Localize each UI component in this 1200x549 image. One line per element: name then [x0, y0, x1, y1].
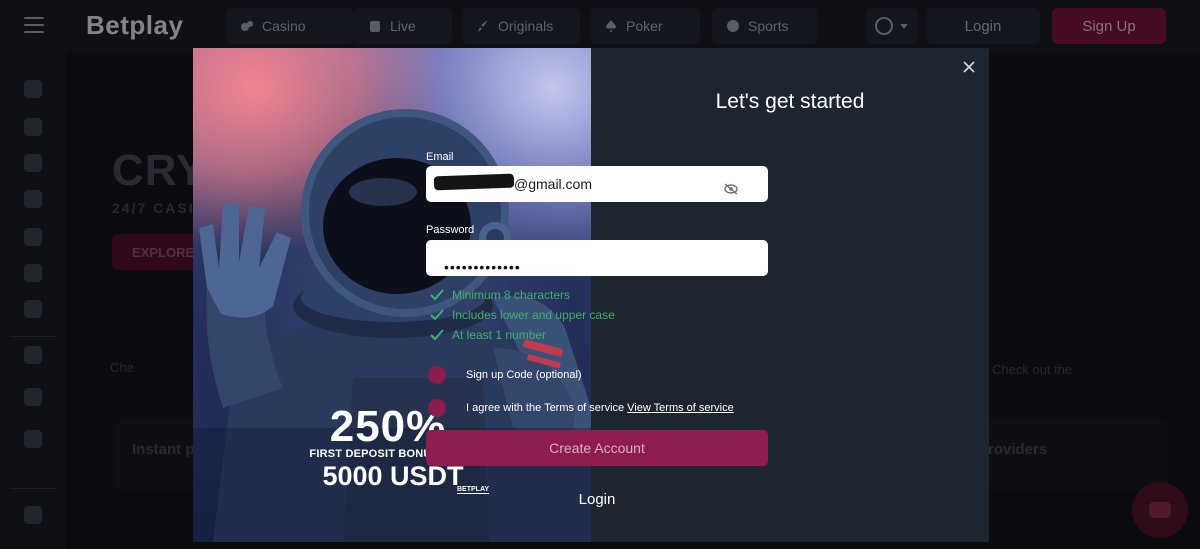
view-terms-link[interactable]: View Terms of service — [627, 402, 734, 414]
password-value: ••••••••••••• — [444, 259, 521, 275]
close-icon — [963, 61, 975, 73]
email-field[interactable]: @gmail.com — [426, 166, 768, 202]
password-field[interactable]: ••••••••••••• — [426, 240, 768, 276]
modal-title: Let's get started — [715, 90, 865, 113]
close-button[interactable] — [961, 60, 977, 76]
eye-off-icon[interactable] — [724, 183, 738, 195]
signup-code-radio[interactable] — [428, 366, 446, 384]
signup-form-panel: Let's get started — [591, 48, 989, 542]
password-label: Password — [426, 224, 475, 236]
password-rule-text: At least 1 number — [452, 328, 547, 342]
redacted-text — [433, 173, 515, 191]
page: Betplay Casino Live Originals Poker Spor… — [0, 0, 1200, 549]
signup-code-label: Sign up Code (optional) — [466, 369, 582, 381]
signup-modal: 250% FIRST DEPOSIT BONUS UP TO 5000 USDT… — [193, 48, 989, 542]
terms-text: I agree with the Terms of service — [466, 402, 625, 414]
password-rule-text: Includes lower and upper case — [452, 308, 615, 322]
check-icon — [430, 309, 444, 321]
signup-code-toggle[interactable]: Sign up Code (optional) — [428, 366, 582, 384]
password-rule-case: Includes lower and upper case — [430, 308, 615, 322]
login-link[interactable]: Login — [426, 491, 768, 508]
password-rule-length: Minimum 8 characters — [430, 288, 570, 302]
check-icon — [430, 329, 444, 341]
password-rule-number: At least 1 number — [430, 328, 546, 342]
password-rule-text: Minimum 8 characters — [452, 288, 571, 302]
terms-radio[interactable] — [428, 399, 446, 417]
terms-agreement[interactable]: I agree with the Terms of service View T… — [428, 399, 734, 417]
create-account-button[interactable]: Create Account — [426, 430, 768, 466]
email-label: Email — [426, 151, 454, 163]
email-value: @gmail.com — [514, 176, 593, 192]
check-icon — [430, 289, 444, 301]
